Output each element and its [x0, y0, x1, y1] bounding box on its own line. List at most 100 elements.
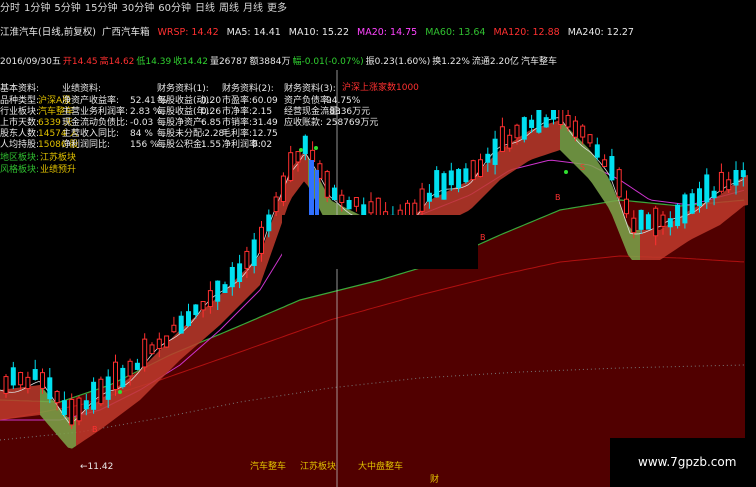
period-tab[interactable]: 更多 — [267, 1, 291, 17]
fin-key: 每股公积金: — [157, 140, 206, 151]
candle-body — [602, 159, 608, 167]
period-tab[interactable]: 30分钟 — [121, 1, 158, 17]
ribbon-segment — [664, 224, 668, 258]
candle-body — [259, 226, 264, 254]
ribbon-segment — [744, 175, 748, 206]
fin-header: 基本资料: — [0, 84, 40, 94]
indicator-value: 广西汽车箱 — [102, 26, 150, 40]
ribbon-segment — [52, 399, 56, 434]
quote-field: 流通2.20亿 — [471, 57, 519, 67]
ribbon-segment — [0, 389, 4, 420]
indicator-label: MA20: — [357, 27, 391, 38]
bottom-label-2[interactable]: 江苏板块 — [300, 461, 336, 473]
candle-body — [47, 377, 53, 400]
ribbon-segment — [564, 124, 568, 158]
candle-body — [266, 214, 272, 232]
indicator-number: 12.88 — [532, 27, 560, 38]
candle-body — [726, 179, 732, 191]
candle-body — [200, 301, 206, 311]
ribbon-segment — [220, 291, 224, 325]
fin-key: 行业板块: — [0, 106, 40, 117]
candle-body — [733, 170, 739, 186]
signal-letter: S — [580, 163, 585, 172]
indicator-number: 广西汽车箱 — [101, 27, 150, 38]
fin-key: 品种类型: — [0, 95, 40, 106]
candle-body — [3, 376, 9, 394]
candle-body — [120, 367, 126, 388]
indicator-value: MA240: 12.27 — [568, 26, 634, 40]
period-tab[interactable]: 周线 — [219, 1, 243, 17]
fin-value: 1.55 — [201, 140, 222, 151]
candle-body — [718, 171, 724, 192]
ribbon-segment — [8, 388, 12, 419]
candle-body — [463, 168, 469, 183]
fin-value: 258769万元 — [326, 117, 379, 128]
fin-value: 84 % — [130, 129, 153, 140]
fin-key: 净利润同比: — [62, 140, 111, 151]
candle-body — [478, 159, 483, 177]
ribbon-segment — [512, 139, 516, 172]
fin-value: 156 % — [130, 140, 159, 151]
ribbon-segment — [544, 124, 548, 156]
quote-field: 收14.42 — [173, 57, 208, 67]
bottom-label-3[interactable]: 大中盘整车 — [358, 461, 403, 473]
candle-body — [514, 124, 520, 139]
candle-body — [91, 381, 97, 410]
candle-body — [704, 174, 710, 203]
ribbon-segment — [708, 199, 712, 231]
fin-key: 主营业务利润率: — [62, 106, 129, 117]
fin-value: 0.26 — [201, 106, 222, 117]
period-tab[interactable]: 15分钟 — [85, 1, 122, 17]
candle-body — [587, 134, 593, 144]
signal-letter: B — [480, 233, 486, 242]
region-value[interactable]: 江苏板块 — [40, 153, 76, 164]
period-tab[interactable]: 60分钟 — [158, 1, 195, 17]
fin-key: 股东人数: — [0, 129, 40, 140]
ribbon-segment — [204, 305, 208, 339]
period-tab[interactable]: 5分钟 — [54, 1, 84, 17]
candle-body — [653, 207, 659, 237]
fin-key: 毛利率: — [222, 129, 253, 140]
candle-body — [689, 193, 695, 214]
fin-header: 业绩资料: — [62, 84, 102, 94]
ribbon-segment — [604, 171, 608, 207]
signal-letter: B — [92, 425, 98, 434]
region-value[interactable]: 业绩预升 — [40, 165, 76, 176]
fin-key: 每股净资产: — [157, 117, 206, 128]
ribbon-segment — [700, 203, 704, 235]
fin-header: 财务资料(1): — [157, 84, 209, 94]
fin-key: 市销率: — [222, 117, 253, 128]
quote-field: 量26787 — [209, 57, 248, 67]
indicator-value: MA20: 14.75 — [357, 26, 417, 40]
candle-body — [178, 315, 184, 334]
candle-body — [25, 376, 31, 390]
ribbon-segment — [160, 346, 164, 380]
period-tab[interactable]: 1分钟 — [24, 1, 54, 17]
candle-body — [470, 160, 476, 181]
candle-body — [83, 400, 89, 410]
bottom-label-1[interactable]: 汽车整车 — [250, 461, 286, 473]
candle-body — [98, 378, 104, 405]
candle-body — [32, 369, 38, 380]
candle-body — [251, 239, 257, 266]
fin-key: 净资产收益率: — [62, 95, 120, 106]
candle-body — [456, 169, 462, 188]
candle-body — [149, 344, 155, 355]
fin-value: -8336万元 — [326, 106, 371, 117]
fin-key: 资产负债率: — [284, 95, 333, 106]
quote-field: 幅-0.01(-0.07%) — [292, 57, 364, 67]
quote-field: 振0.23(1.60%) — [365, 57, 431, 67]
period-tab[interactable]: 月线 — [243, 1, 267, 17]
fin-value: 31.49 — [252, 117, 278, 128]
fin-value: 60.09 — [252, 95, 278, 106]
ribbon-segment — [704, 201, 708, 233]
ribbon-segment — [552, 121, 556, 153]
candle-body — [222, 284, 228, 293]
bottom-char: 财 — [430, 475, 440, 485]
period-tab[interactable]: 分时 — [0, 1, 24, 17]
candle-body — [105, 376, 111, 400]
quote-row: 2016/09/30五 开14.45 高14.62 低14.39 收14.42 量2678… — [0, 56, 559, 69]
period-tab[interactable]: 日线 — [195, 1, 219, 17]
indicator-value: MA5: 14.41 — [227, 26, 281, 40]
fin-key: 市盈率: — [222, 95, 253, 106]
